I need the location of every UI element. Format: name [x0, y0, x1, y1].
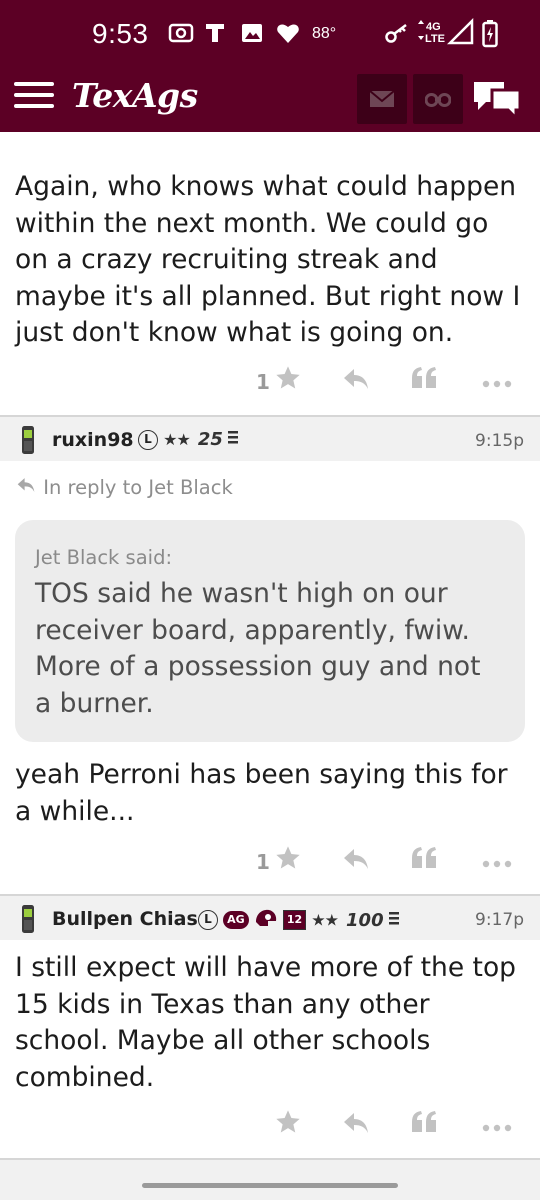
- post-body: I still expect will have more of the top…: [15, 952, 516, 1093]
- menu-icon[interactable]: [14, 82, 54, 112]
- points-badge: 25: [197, 429, 223, 450]
- nav-bar: TexAgs: [0, 68, 540, 132]
- app-logo[interactable]: TexAgs: [72, 76, 198, 115]
- more-icon[interactable]: [482, 854, 512, 873]
- like-count: 1: [256, 850, 270, 874]
- messages-button[interactable]: [357, 74, 407, 124]
- reply-icon[interactable]: [342, 366, 370, 396]
- post-username[interactable]: ruxin98: [52, 429, 134, 451]
- in-reply-to-link[interactable]: In reply to Jet Black: [15, 476, 233, 499]
- post-username[interactable]: Bullpen Chias: [52, 908, 198, 930]
- reply-arrow-icon: [15, 476, 43, 499]
- post-body: yeah Perroni has been saying this for a …: [15, 759, 508, 827]
- in-reply-to-text: In reply to Jet Black: [43, 476, 233, 499]
- ag-badge: AG: [223, 911, 249, 929]
- reply-icon[interactable]: [342, 1110, 370, 1140]
- star-icon[interactable]: [274, 364, 302, 396]
- status-bar: 9:53 88° 4G LTE: [0, 0, 540, 68]
- reply-icon[interactable]: [342, 846, 370, 876]
- post-header: ruxin98 L ★★ 25 9:15p: [0, 415, 540, 461]
- mobile-phone-icon: [20, 905, 36, 937]
- helmet-icon: [254, 909, 283, 932]
- next-post-header: [0, 1158, 540, 1200]
- twelfth-man-badge: 12: [282, 910, 307, 930]
- lifetime-badge: L: [138, 429, 158, 450]
- like-count: 1: [256, 370, 270, 394]
- quote-block: Jet Black said: TOS said he wasn't high …: [15, 520, 525, 742]
- bars-icon: [388, 910, 399, 929]
- points-badge: 100: [346, 909, 384, 931]
- more-icon[interactable]: [482, 374, 512, 393]
- quote-author: Jet Black said:: [35, 546, 173, 569]
- t-app-icon: [204, 22, 226, 48]
- network-4g-lte-icon: 4G LTE: [414, 17, 476, 50]
- chat-icon[interactable]: [470, 76, 524, 122]
- post-time: 9:15p: [475, 431, 524, 451]
- app-header: 9:53 88° 4G LTE TexAgs: [0, 0, 540, 132]
- mobile-phone-icon: [20, 426, 36, 458]
- svg-text:LTE: LTE: [425, 33, 445, 45]
- post-body: Again, who knows what could happen withi…: [15, 171, 521, 348]
- user-badges: L ★★ 25: [138, 429, 239, 453]
- heart-icon: [276, 22, 300, 48]
- star-icon[interactable]: [274, 844, 302, 876]
- svg-text:4G: 4G: [426, 21, 441, 33]
- battery-icon: [482, 20, 498, 52]
- quote-icon[interactable]: [410, 364, 438, 396]
- user-badges: L AG 12 ★★ 100: [198, 908, 399, 932]
- lifetime-badge: L: [198, 910, 218, 930]
- post-actions: 1: [0, 364, 540, 400]
- quote-icon[interactable]: [410, 844, 438, 876]
- post-actions: [0, 1108, 540, 1144]
- more-icon[interactable]: [482, 1118, 512, 1137]
- cast-icon: [168, 22, 194, 48]
- status-time: 9:53: [92, 18, 149, 49]
- quote-icon[interactable]: [410, 1108, 438, 1140]
- temperature-text: 88°: [312, 25, 337, 42]
- post-header: Bullpen Chias L AG 12 ★★ 100 9:17p: [0, 894, 540, 940]
- stars-badge: ★★: [163, 430, 191, 449]
- home-indicator[interactable]: [142, 1183, 398, 1188]
- quote-text: TOS said he wasn't high on our receiver …: [35, 578, 481, 719]
- thread-content: Again, who knows what could happen withi…: [0, 132, 540, 1200]
- stars-badge: ★★: [311, 910, 339, 930]
- star-icon[interactable]: [274, 1108, 302, 1140]
- post-time: 9:17p: [475, 910, 524, 930]
- image-icon: [240, 22, 264, 48]
- key-icon: [384, 22, 410, 48]
- bars-icon: [228, 429, 239, 448]
- watchlist-button[interactable]: [413, 74, 463, 124]
- post-actions: 1: [0, 844, 540, 880]
